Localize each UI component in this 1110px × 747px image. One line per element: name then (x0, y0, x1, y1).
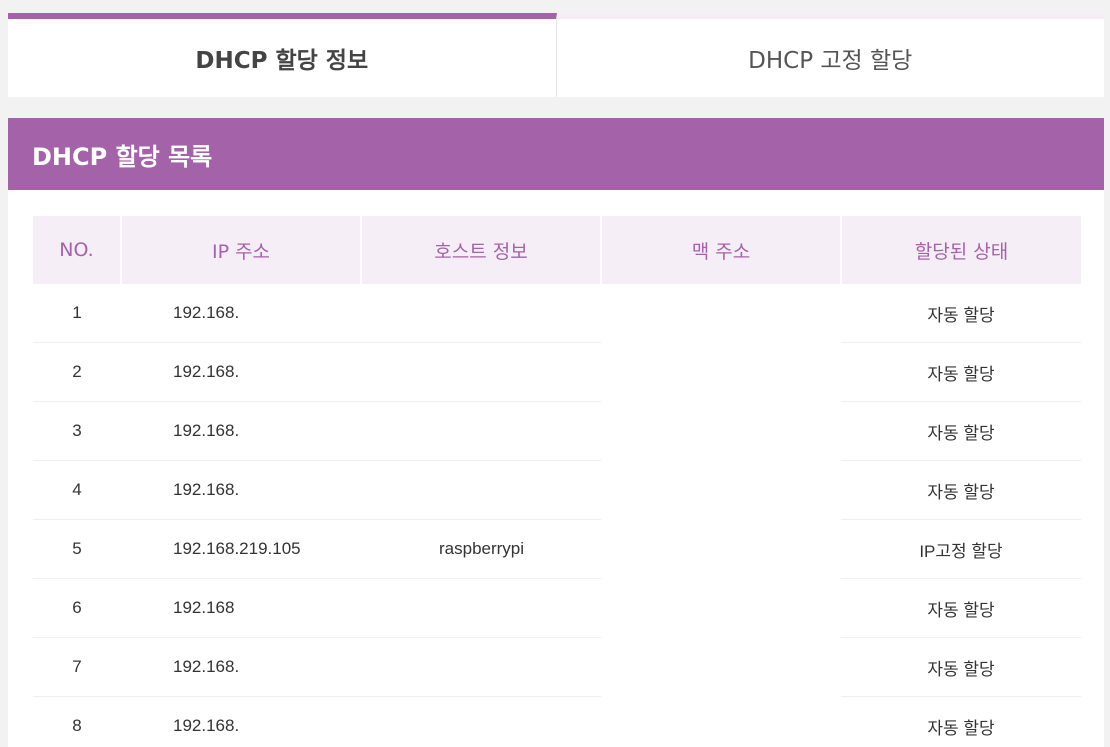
cell-state: 자동 할당 (841, 637, 1081, 697)
cell-host (361, 637, 601, 697)
cell-no: 5 (33, 519, 121, 579)
cell-state: 자동 할당 (841, 696, 1081, 747)
table-row: 5 192.168.219.105 raspberrypi IP고정 할당 (33, 519, 1081, 579)
table-header-row: NO. IP 주소 호스트 정보 맥 주소 할당된 상태 (33, 216, 1081, 284)
cell-no: 4 (33, 460, 121, 520)
table-row: 7 192.168. 자동 할당 (33, 637, 1081, 697)
cell-ip: 192.168. (121, 284, 361, 343)
dhcp-allocation-table: NO. IP 주소 호스트 정보 맥 주소 할당된 상태 1 192.168. … (33, 216, 1081, 747)
column-header-host: 호스트 정보 (361, 216, 602, 284)
tab-label: DHCP 할당 정보 (195, 48, 369, 74)
cell-mac (601, 637, 841, 697)
cell-mac (601, 578, 841, 638)
cell-ip: 192.168 (121, 578, 361, 638)
table-row: 4 192.168. 자동 할당 (33, 460, 1081, 520)
cell-no: 1 (33, 284, 121, 343)
cell-host (361, 284, 601, 343)
table-row: 1 192.168. 자동 할당 (33, 284, 1081, 343)
cell-mac (601, 519, 841, 579)
cell-host (361, 342, 601, 402)
cell-mac (601, 284, 841, 343)
table-row: 2 192.168. 자동 할당 (33, 342, 1081, 402)
column-header-state: 할당된 상태 (841, 216, 1081, 284)
cell-ip: 192.168.219.105 (121, 519, 361, 579)
column-header-ip: IP 주소 (121, 216, 362, 284)
cell-mac (601, 342, 841, 402)
tab-dhcp-allocation-info[interactable]: DHCP 할당 정보 (8, 13, 557, 97)
cell-host (361, 578, 601, 638)
cell-state: 자동 할당 (841, 284, 1081, 343)
tab-bar: DHCP 할당 정보 DHCP 고정 할당 (8, 13, 1104, 97)
cell-ip: 192.168. (121, 460, 361, 520)
cell-mac (601, 696, 841, 747)
cell-ip: 192.168. (121, 696, 361, 747)
cell-mac (601, 460, 841, 520)
cell-host: raspberrypi (361, 519, 601, 579)
table-row: 8 192.168. 자동 할당 (33, 696, 1081, 747)
cell-state: 자동 할당 (841, 578, 1081, 638)
cell-host (361, 460, 601, 520)
cell-state: IP고정 할당 (841, 519, 1081, 579)
column-header-no: NO. (33, 216, 122, 284)
table-row: 3 192.168. 자동 할당 (33, 401, 1081, 461)
cell-no: 2 (33, 342, 121, 402)
column-header-mac: 맥 주소 (601, 216, 842, 284)
cell-host (361, 696, 601, 747)
cell-state: 자동 할당 (841, 401, 1081, 461)
cell-ip: 192.168. (121, 401, 361, 461)
tab-dhcp-static-allocation[interactable]: DHCP 고정 할당 (556, 13, 1104, 97)
cell-mac (601, 401, 841, 461)
tab-label: DHCP 고정 할당 (748, 48, 913, 74)
cell-ip: 192.168. (121, 342, 361, 402)
allocation-list-panel: DHCP 할당 목록 NO. IP 주소 호스트 정보 맥 주소 할당된 상태 … (8, 118, 1104, 747)
cell-no: 8 (33, 696, 121, 747)
panel-title: DHCP 할당 목록 (8, 118, 1104, 190)
cell-host (361, 401, 601, 461)
cell-state: 자동 할당 (841, 460, 1081, 520)
cell-no: 3 (33, 401, 121, 461)
cell-no: 7 (33, 637, 121, 697)
cell-no: 6 (33, 578, 121, 638)
cell-state: 자동 할당 (841, 342, 1081, 402)
table-row: 6 192.168 자동 할당 (33, 578, 1081, 638)
cell-ip: 192.168. (121, 637, 361, 697)
